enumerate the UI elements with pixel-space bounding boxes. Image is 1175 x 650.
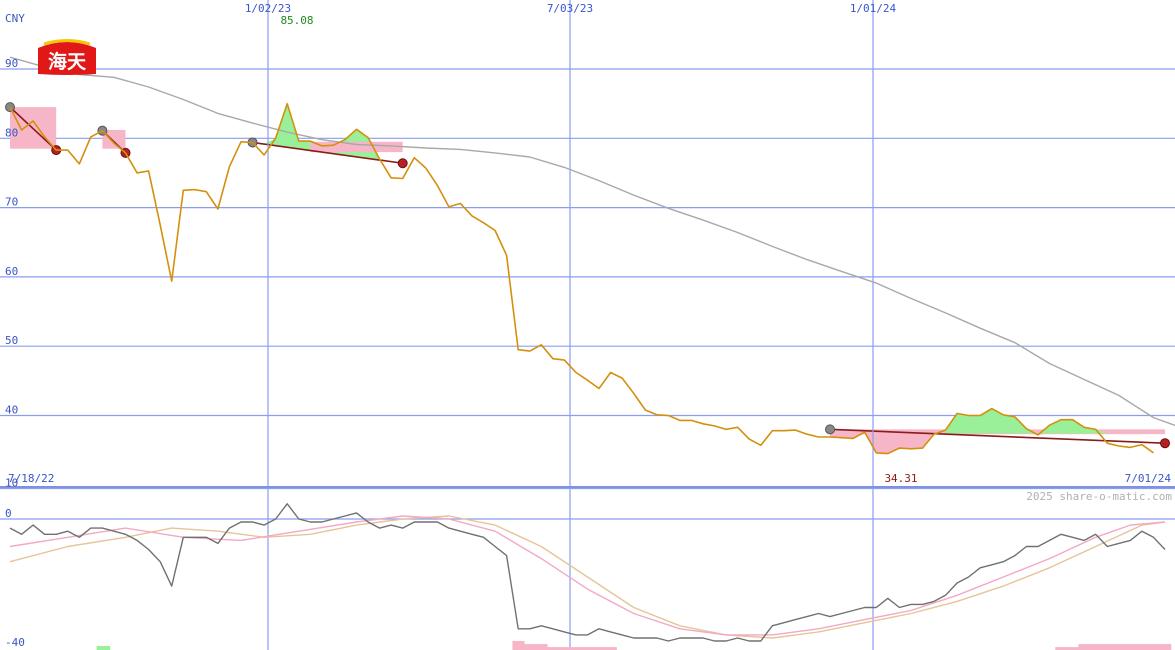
histogram-bar <box>512 641 525 650</box>
histogram-bar <box>523 644 537 650</box>
down-zone-mid <box>310 141 403 153</box>
high-annotation: 85.08 <box>280 14 313 27</box>
histogram-bar <box>535 644 548 650</box>
histogram-bar <box>1159 644 1172 650</box>
histogram-bar <box>1124 644 1137 650</box>
oscillator-main-line <box>9 503 1166 642</box>
histogram-bar <box>1136 644 1149 650</box>
logo-text: 海天 <box>48 50 87 73</box>
up-zone-mid <box>252 103 403 164</box>
osc-tick-label-0: 0 <box>5 507 12 520</box>
osc-tick-label-10: 10 <box>5 477 18 490</box>
oscillator-signal-line <box>9 515 1166 636</box>
brand-logo: 海天 <box>36 38 98 76</box>
up-zone-late <box>945 408 1108 434</box>
y-tick-label-70: 70 <box>5 196 18 209</box>
histogram-bar <box>1101 644 1114 650</box>
credit-text: 2025 share-o-matic.com <box>1026 490 1172 503</box>
histogram-bar <box>1078 644 1091 650</box>
chart-svg: 908070605040CNY1/02/23 7/03/23 1/01/247/18… <box>0 0 1175 650</box>
trend-end-marker-3 <box>1160 438 1170 449</box>
currency-label: CNY <box>5 12 25 25</box>
histogram-bar-green <box>96 646 111 650</box>
price-panel <box>0 68 1175 454</box>
osc-tick-label--40: -40 <box>5 636 25 649</box>
x-tick-label-1: 7/03/23 <box>547 2 593 15</box>
low-annotation: 34.31 <box>884 472 917 485</box>
y-tick-label-50: 50 <box>5 334 18 347</box>
y-tick-label-90: 90 <box>5 57 18 70</box>
x-end-label: 7/01/24 <box>1125 472 1172 485</box>
trend-start-marker-3 <box>825 424 836 435</box>
histogram-bar <box>1147 644 1160 650</box>
histogram-bar <box>1089 644 1102 650</box>
price-line <box>9 102 1154 455</box>
y-tick-label-40: 40 <box>5 404 18 417</box>
moving-average-line <box>9 56 1175 427</box>
trend-end-marker-2 <box>397 158 408 169</box>
histogram-bar <box>1113 644 1126 650</box>
down-zone-late <box>830 433 946 454</box>
x-tick-label-2: 1/01/24 <box>850 2 897 15</box>
y-tick-label-80: 80 <box>5 126 18 139</box>
chart-canvas: 90 80 70 60 50 40 CNY 1/02/23 7/03/23 1/01/24 7/18… <box>0 0 1175 650</box>
y-tick-label-60: 60 <box>5 265 18 278</box>
oscillator-slow-line <box>9 515 1166 639</box>
